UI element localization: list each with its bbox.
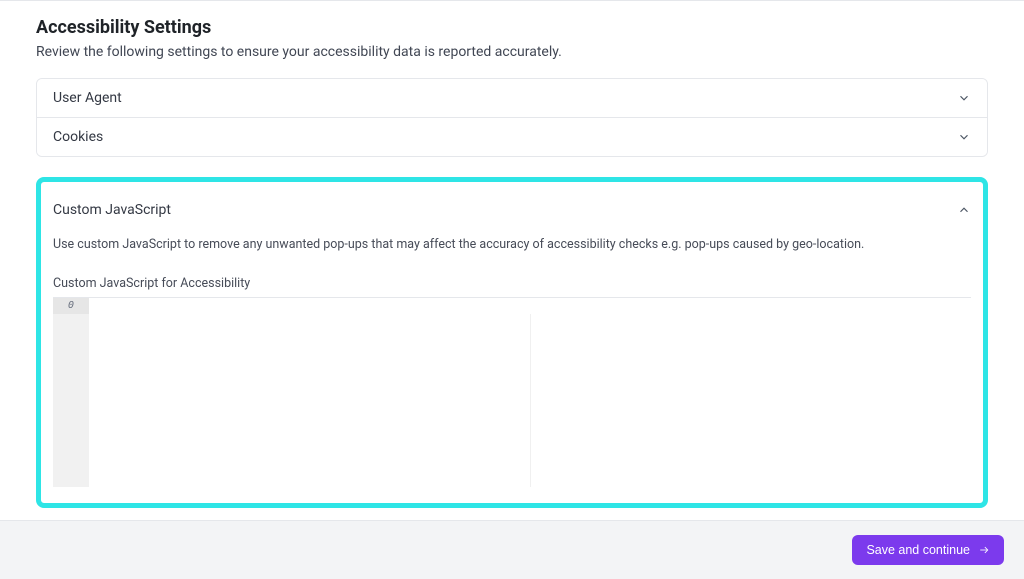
footer: Save and continue xyxy=(0,520,1024,579)
custom-js-field-label: Custom JavaScript for Accessibility xyxy=(53,276,971,291)
code-editor[interactable]: 0 xyxy=(53,297,971,487)
save-and-continue-button[interactable]: Save and continue xyxy=(852,535,1004,565)
editor-textarea[interactable] xyxy=(89,298,971,487)
arrow-right-icon xyxy=(978,545,990,555)
accordion-label: User Agent xyxy=(53,90,122,106)
editor-gutter xyxy=(53,298,89,487)
chevron-down-icon xyxy=(957,91,971,105)
accordion-item-cookies[interactable]: Cookies xyxy=(37,118,987,156)
page-subtitle: Review the following settings to ensure … xyxy=(36,44,988,60)
chevron-up-icon xyxy=(957,203,971,217)
save-button-label: Save and continue xyxy=(866,543,970,557)
chevron-down-icon xyxy=(957,130,971,144)
custom-js-title: Custom JavaScript xyxy=(53,202,171,218)
custom-javascript-section: Custom JavaScript Use custom JavaScript … xyxy=(36,177,988,508)
settings-accordion: User Agent Cookies xyxy=(36,78,988,157)
custom-js-header[interactable]: Custom JavaScript xyxy=(53,202,971,218)
accordion-label: Cookies xyxy=(53,129,103,145)
accordion-item-user-agent[interactable]: User Agent xyxy=(37,79,987,118)
editor-line-number: 0 xyxy=(53,298,89,314)
custom-js-description: Use custom JavaScript to remove any unwa… xyxy=(53,236,971,254)
page-title: Accessibility Settings xyxy=(36,17,988,38)
